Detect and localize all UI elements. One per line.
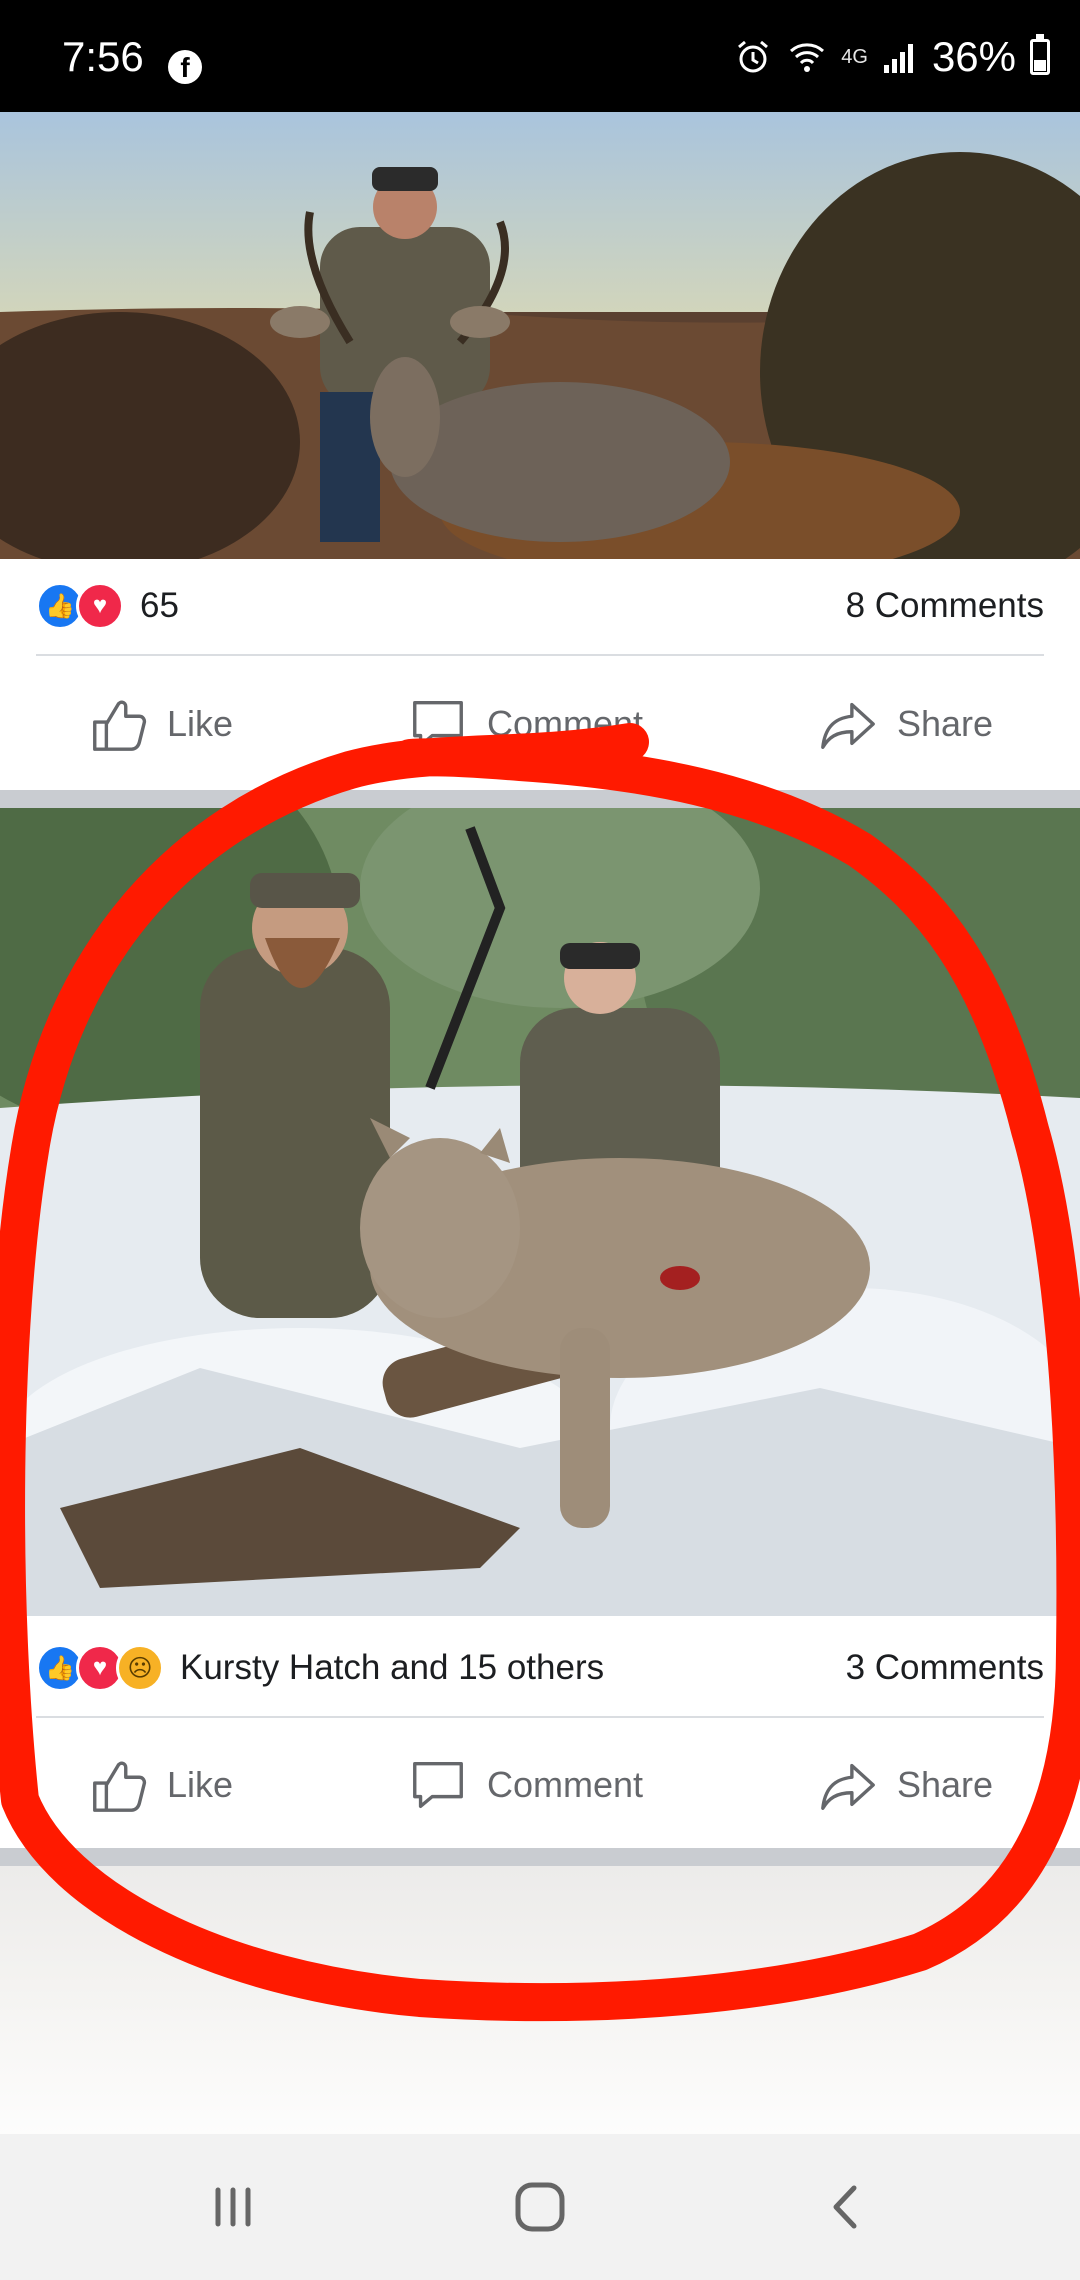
divider xyxy=(36,1716,1044,1718)
share-button[interactable]: Share xyxy=(817,693,993,755)
comment-icon xyxy=(413,1761,463,1809)
reactions-summary[interactable]: 👍 ♥ ☹ Kursty Hatch and 15 others xyxy=(36,1644,604,1692)
recent-apps-button[interactable] xyxy=(188,2162,278,2252)
comment-icon xyxy=(413,700,463,748)
home-button[interactable] xyxy=(495,2162,585,2252)
sad-reaction-icon: ☹ xyxy=(116,1644,164,1692)
wifi-icon xyxy=(790,43,825,72)
status-time: 7:56 xyxy=(62,33,144,80)
post-photo[interactable] xyxy=(0,112,1080,559)
reaction-count: Kursty Hatch and 15 others xyxy=(180,1648,605,1687)
feed-post-partial xyxy=(0,1866,1080,2134)
post-photo[interactable] xyxy=(0,808,1080,1616)
share-label: Share xyxy=(896,703,994,744)
navigation-bar xyxy=(0,2134,1080,2280)
feed-post: 👍 ♥ 65 8 Comments Like Comment Share xyxy=(0,112,1080,790)
reaction-count: 65 xyxy=(140,586,179,625)
thumbs-up-icon xyxy=(93,700,147,751)
share-icon xyxy=(821,1763,875,1810)
post-meta: 👍 ♥ 65 8 Comments xyxy=(36,576,1044,636)
love-reaction-icon: ♥ xyxy=(76,582,124,630)
deer-hunt-photo xyxy=(0,112,1080,559)
post-actions: Like Comment Share xyxy=(0,1730,1080,1840)
share-button[interactable]: Share xyxy=(817,1754,993,1816)
network-type: 4G xyxy=(841,45,868,68)
comment-button[interactable]: Comment xyxy=(407,1754,643,1816)
reactions-summary[interactable]: 👍 ♥ 65 xyxy=(36,582,179,630)
divider xyxy=(36,654,1044,656)
status-bar: 7:56 f 4G 36% xyxy=(0,0,1080,112)
facebook-notification-icon: f xyxy=(168,50,202,84)
thumbs-up-icon xyxy=(93,1761,147,1812)
battery-percentage: 36% xyxy=(931,33,1016,80)
recent-apps-icon xyxy=(215,2187,251,2227)
mountain-lion-hunt-photo xyxy=(0,808,1080,1616)
comment-count[interactable]: 8 Comments xyxy=(846,586,1044,626)
battery-icon xyxy=(1030,34,1050,75)
like-button[interactable]: Like xyxy=(87,693,233,755)
battery-fill xyxy=(1034,60,1046,71)
feed-post: 👍 ♥ ☹ Kursty Hatch and 15 others 3 Comme… xyxy=(0,808,1080,1848)
comment-count[interactable]: 3 Comments xyxy=(846,1648,1044,1688)
news-feed[interactable]: 👍 ♥ 65 8 Comments Like Comment Share 👍 ♥… xyxy=(0,112,1080,2134)
comment-label: Comment xyxy=(486,703,643,744)
post-meta: 👍 ♥ ☹ Kursty Hatch and 15 others 3 Comme… xyxy=(36,1638,1044,1698)
like-label: Like xyxy=(166,1764,234,1805)
like-label: Like xyxy=(166,703,234,744)
alarm-icon xyxy=(738,40,769,73)
post-actions: Like Comment Share xyxy=(0,669,1080,779)
signal-icon xyxy=(883,44,913,73)
status-icons: 4G 36% xyxy=(733,32,1050,82)
share-icon xyxy=(821,702,875,749)
share-label: Share xyxy=(896,1764,994,1805)
comment-button[interactable]: Comment xyxy=(407,693,643,755)
like-button[interactable]: Like xyxy=(87,1754,233,1816)
back-icon xyxy=(833,2185,857,2229)
home-icon xyxy=(515,2182,565,2232)
comment-label: Comment xyxy=(486,1764,643,1805)
back-button[interactable] xyxy=(802,2162,892,2252)
